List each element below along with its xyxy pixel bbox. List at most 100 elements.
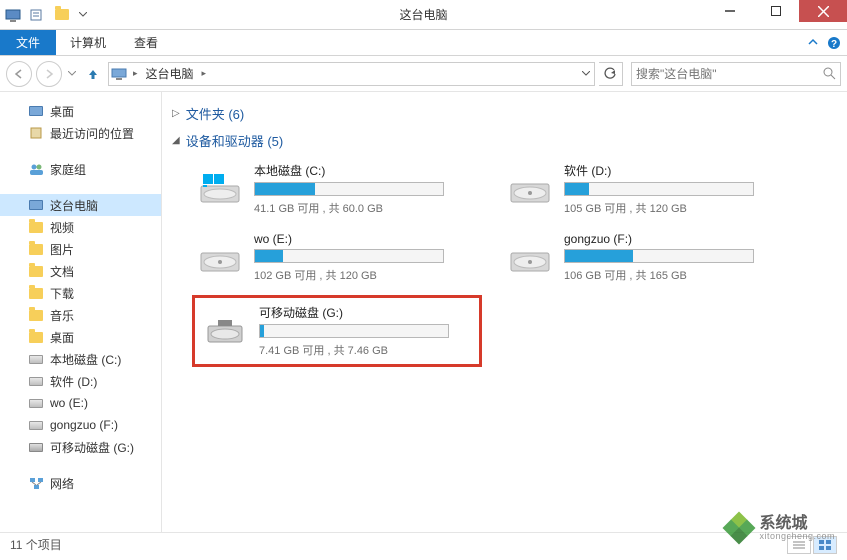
tree-label: 可移动磁盘 (G:) [50, 439, 134, 456]
close-button[interactable] [799, 0, 847, 22]
qat-new-folder-icon[interactable] [50, 4, 74, 26]
network-icon [28, 475, 44, 491]
drive-icon [196, 238, 244, 278]
address-bar[interactable]: ▸ 这台电脑 ▸ [108, 62, 595, 86]
drive-item[interactable]: 可移动磁盘 (G:)7.41 GB 可用 , 共 7.46 GB [192, 295, 482, 367]
drive-free-text: 106 GB 可用 , 共 165 GB [564, 267, 788, 283]
tree-item[interactable]: gongzuo (F:) [0, 414, 161, 436]
tree-label: 视频 [50, 219, 74, 236]
tree-label: 本地磁盘 (C:) [50, 351, 121, 368]
tree-label: 家庭组 [50, 161, 86, 178]
recent-icon [28, 125, 44, 141]
ribbon: 文件 计算机 查看 ? [0, 30, 847, 56]
folder-icon [28, 307, 44, 323]
tree-label: 网络 [50, 475, 74, 492]
ribbon-expand-icon[interactable] [807, 37, 819, 49]
drive-free-text: 102 GB 可用 , 共 120 GB [254, 267, 478, 283]
drive-item[interactable]: gongzuo (F:) 106 GB 可用 , 共 165 GB [502, 228, 792, 287]
chevron-right-icon: ▷ [172, 108, 180, 119]
drive-name: wo (E:) [254, 232, 478, 246]
drive-item[interactable]: wo (E:) 102 GB 可用 , 共 120 GB [192, 228, 482, 287]
hdd-icon [28, 417, 44, 433]
tree-label: wo (E:) [50, 396, 88, 410]
drive-icon [506, 169, 554, 209]
tree-item[interactable]: 可移动磁盘 (G:) [0, 436, 161, 458]
tree-label: 桌面 [50, 329, 74, 346]
navigation-bar: ▸ 这台电脑 ▸ [0, 56, 847, 92]
drive-item[interactable]: 本地磁盘 (C:)41.1 GB 可用 , 共 60.0 GB [192, 158, 482, 220]
back-button[interactable] [6, 61, 32, 87]
ribbon-file-tab[interactable]: 文件 [0, 30, 56, 55]
drive-item[interactable]: 软件 (D:)105 GB 可用 , 共 120 GB [502, 158, 792, 220]
tree-label: 下载 [50, 285, 74, 302]
qat-dropdown-icon[interactable] [76, 4, 90, 26]
recent-dropdown-icon[interactable] [66, 71, 78, 76]
tree-item[interactable]: 本地磁盘 (C:) [0, 348, 161, 370]
window-title: 这台电脑 [399, 6, 447, 23]
status-item-count: 11 个项目 [10, 536, 62, 553]
hdd-icon [28, 373, 44, 389]
tree-item[interactable]: 文档 [0, 260, 161, 282]
view-details-button[interactable] [787, 536, 811, 554]
chevron-down-icon: ◢ [172, 135, 180, 146]
search-icon[interactable] [823, 67, 836, 80]
search-box[interactable] [631, 62, 841, 86]
address-icon [111, 65, 129, 83]
drive-name: 可移动磁盘 (G:) [259, 304, 473, 321]
address-dropdown-icon[interactable] [582, 71, 590, 76]
section-folders[interactable]: ▷ 文件夹 (6) [172, 104, 837, 123]
drives-grid: 本地磁盘 (C:)41.1 GB 可用 , 共 60.0 GB软件 (D:)10… [172, 158, 837, 367]
drive-icon [506, 238, 554, 278]
up-button[interactable] [82, 63, 104, 85]
computer-icon [28, 197, 44, 213]
tree-label: 桌面 [50, 103, 74, 120]
drive-free-text: 41.1 GB 可用 , 共 60.0 GB [254, 200, 478, 216]
tree-label: 文档 [50, 263, 74, 280]
status-bar: 11 个项目 [0, 532, 847, 556]
tree-item[interactable]: 桌面 [0, 326, 161, 348]
tree-item-thispc[interactable]: 这台电脑 [0, 194, 161, 216]
breadcrumb-thispc[interactable]: 这台电脑 [142, 65, 198, 82]
tree-label: 最近访问的位置 [50, 125, 134, 142]
search-input[interactable] [636, 67, 823, 81]
forward-button[interactable] [36, 61, 62, 87]
breadcrumb-sep-icon[interactable]: ▸ [133, 68, 138, 79]
svg-text:?: ? [831, 39, 837, 50]
tree-label: 音乐 [50, 307, 74, 324]
maximize-button[interactable] [753, 0, 799, 22]
tree-item[interactable]: 下载 [0, 282, 161, 304]
tree-item-desktop[interactable]: 桌面 [0, 100, 161, 122]
tree-item[interactable]: 视频 [0, 216, 161, 238]
help-icon[interactable]: ? [827, 36, 841, 50]
drive-name: 软件 (D:) [564, 162, 788, 179]
tree-label: 图片 [50, 241, 74, 258]
title-bar: 这台电脑 [0, 0, 847, 30]
tree-label: gongzuo (F:) [50, 418, 118, 432]
hdd-icon [28, 395, 44, 411]
minimize-button[interactable] [707, 0, 753, 22]
tree-item-recent[interactable]: 最近访问的位置 [0, 122, 161, 144]
tree-item-network[interactable]: 网络 [0, 472, 161, 494]
drive-name: gongzuo (F:) [564, 232, 788, 246]
folder-icon [28, 329, 44, 345]
ribbon-tab-view[interactable]: 查看 [120, 30, 172, 55]
tree-item[interactable]: 软件 (D:) [0, 370, 161, 392]
section-drives[interactable]: ◢ 设备和驱动器 (5) [172, 131, 837, 150]
tree-item[interactable]: 音乐 [0, 304, 161, 326]
qat-properties-icon[interactable] [24, 4, 48, 26]
tree-label: 这台电脑 [50, 197, 98, 214]
refresh-button[interactable] [599, 62, 623, 86]
section-title: 文件夹 (6) [186, 104, 245, 123]
breadcrumb-sep-icon[interactable]: ▸ [202, 68, 207, 79]
tree-item[interactable]: wo (E:) [0, 392, 161, 414]
app-icon [4, 6, 22, 24]
navigation-tree: 桌面 最近访问的位置 家庭组 这台电脑 视频图片文档下载音乐桌面本地磁盘 (C:… [0, 92, 162, 532]
view-tiles-button[interactable] [813, 536, 837, 554]
drive-capacity-bar [259, 324, 449, 338]
usb-icon [28, 439, 44, 455]
drive-capacity-bar [254, 182, 444, 196]
drive-icon [196, 169, 244, 209]
tree-item-homegroup[interactable]: 家庭组 [0, 158, 161, 180]
tree-item[interactable]: 图片 [0, 238, 161, 260]
ribbon-tab-computer[interactable]: 计算机 [56, 30, 120, 55]
